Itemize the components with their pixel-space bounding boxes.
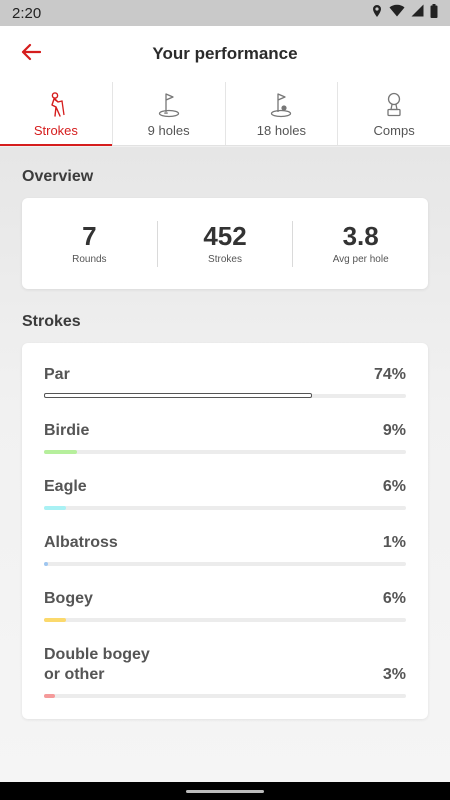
tab-9-holes[interactable]: 9 holes [113, 82, 226, 145]
progress-fill [44, 694, 55, 698]
tab-comps[interactable]: Comps [338, 82, 450, 145]
status-icons [371, 3, 438, 23]
overview-card: 7 Rounds 452 Strokes 3.8 Avg per hole [22, 198, 428, 289]
stroke-percent: 9% [382, 422, 406, 439]
stat-label: Avg per hole [332, 254, 389, 265]
stat-label: Rounds [72, 254, 107, 265]
main-content: Overview 7 Rounds 452 Strokes 3.8 Avg pe… [0, 147, 450, 782]
tab-label: 9 holes [147, 123, 190, 138]
golfer-icon [45, 92, 67, 118]
progress-track [44, 450, 406, 454]
tab-18-holes[interactable]: 18 holes [226, 82, 339, 145]
stroke-percent: 6% [382, 590, 406, 607]
tab-bar: Strokes 9 holes 18 holes Comps [0, 82, 450, 146]
progress-track [44, 562, 406, 566]
strokes-title: Strokes [22, 313, 81, 330]
progress-fill [44, 506, 66, 510]
progress-fill [44, 393, 312, 398]
tab-label: 18 holes [256, 123, 306, 138]
flag-ball-icon [270, 92, 292, 118]
status-time: 2:20 [12, 4, 42, 22]
app-bar: Your performance [0, 26, 450, 82]
stroke-row-eagle: Eagle 6% [44, 477, 406, 513]
stroke-percent: 74% [373, 366, 406, 383]
back-button[interactable] [16, 40, 46, 68]
progress-track [44, 618, 406, 622]
tab-label: Comps [373, 123, 415, 138]
location-icon [371, 4, 383, 23]
page-title: Your performance [152, 44, 298, 63]
stroke-name: Double bogey or other [44, 646, 150, 683]
flag-icon [158, 92, 180, 118]
stat-strokes: 452 Strokes [158, 220, 294, 267]
progress-track [44, 694, 406, 698]
stroke-row-birdie: Birdie 9% [44, 421, 406, 457]
progress-fill [44, 562, 48, 566]
stroke-name: Albatross [44, 534, 118, 551]
trophy-icon [383, 92, 405, 118]
arrow-left-icon [21, 43, 42, 66]
stroke-name: Birdie [44, 422, 90, 439]
stat-value: 452 [203, 221, 247, 251]
stat-value: 7 [82, 221, 97, 251]
status-bar: 2:20 [0, 0, 450, 26]
stat-label: Strokes [208, 254, 242, 265]
stroke-row-double-bogey: Double bogey or other 3% [44, 645, 406, 701]
battery-icon [430, 3, 438, 23]
system-nav-bar [0, 782, 450, 800]
overview-title: Overview [22, 168, 94, 185]
tab-strokes[interactable]: Strokes [0, 82, 113, 146]
stroke-percent: 3% [382, 666, 406, 683]
progress-fill [44, 450, 77, 454]
progress-track [44, 393, 406, 398]
progress-track [44, 506, 406, 510]
stroke-row-par: Par 74% [44, 365, 406, 401]
stroke-row-albatross: Albatross 1% [44, 533, 406, 569]
stat-rounds: 7 Rounds [22, 220, 158, 267]
stroke-row-bogey: Bogey 6% [44, 589, 406, 625]
tab-label: Strokes [33, 123, 78, 138]
strokes-card: Par 74% Birdie 9% Eagle 6% Albatross 1% [22, 343, 428, 719]
stroke-name: Eagle [44, 478, 87, 495]
stat-avg-per-hole: 3.8 Avg per hole [293, 221, 428, 267]
stroke-name: Bogey [44, 590, 93, 607]
stat-value: 3.8 [342, 221, 379, 251]
stroke-name: Par [44, 366, 70, 383]
stroke-percent: 6% [382, 478, 406, 495]
home-handle[interactable] [186, 790, 264, 793]
wifi-icon [389, 4, 405, 22]
stroke-percent: 1% [382, 534, 406, 551]
progress-fill [44, 618, 66, 622]
signal-icon [411, 4, 424, 22]
